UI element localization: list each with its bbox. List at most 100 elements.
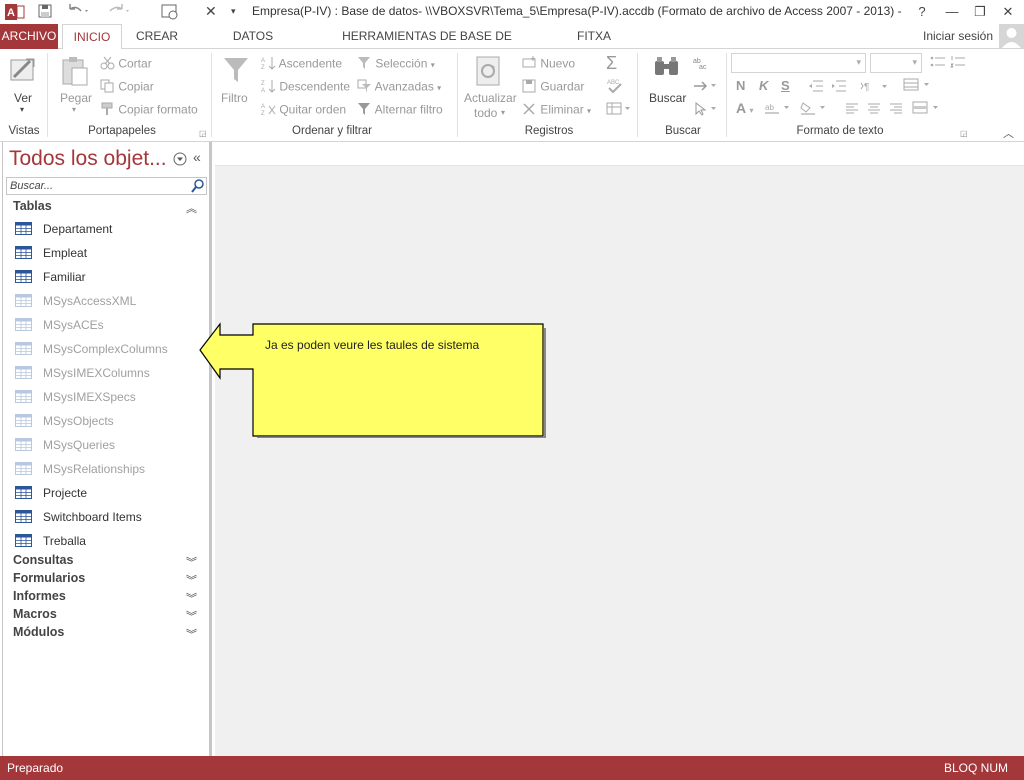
totals-icon[interactable]: Σ — [606, 53, 617, 74]
table-item[interactable]: MSysComplexColumns — [15, 339, 205, 359]
spelling-icon[interactable]: ABC — [606, 77, 624, 98]
align-left-icon[interactable] — [845, 103, 859, 118]
nav-menu-dropdown-icon[interactable] — [173, 152, 187, 169]
table-item[interactable]: Empleat — [15, 243, 205, 263]
expand-category-icon[interactable]: ︾ — [186, 608, 197, 624]
tab-crear[interactable]: CREAR — [135, 24, 179, 49]
nav-category[interactable]: Formularios — [13, 571, 85, 585]
nav-search-input[interactable]: Buscar... — [6, 177, 207, 195]
nav-category[interactable]: Módulos — [13, 625, 64, 639]
access-app-icon[interactable]: A — [5, 3, 25, 21]
paste-icon[interactable] — [60, 55, 90, 90]
view-button[interactable]: Ver — [14, 91, 32, 105]
refresh-all-button-line2[interactable]: todo — [474, 106, 497, 120]
advanced-button[interactable]: Avanzadas ▾ — [357, 79, 441, 96]
table-item[interactable]: MSysACEs — [15, 315, 205, 335]
clipboard-launcher-icon[interactable]: ◲ — [199, 129, 207, 138]
close-button[interactable]: ✕ — [994, 2, 1022, 22]
table-item[interactable]: Treballa — [15, 531, 205, 551]
collapse-nav-icon[interactable]: « — [193, 149, 201, 165]
expand-category-icon[interactable]: ︾ — [186, 554, 197, 570]
table-item[interactable]: Projecte — [15, 483, 205, 503]
save-record-button[interactable]: Guardar — [522, 79, 584, 96]
font-name-select[interactable]: ▾ — [731, 53, 866, 73]
search-icon[interactable] — [191, 179, 204, 196]
nav-category[interactable]: Consultas — [13, 553, 73, 567]
tab-archivo[interactable]: ARCHIVO — [0, 24, 58, 49]
goto-icon[interactable] — [693, 79, 719, 96]
find-icon[interactable] — [652, 55, 682, 86]
customize-qat-icon[interactable] — [160, 3, 180, 21]
find-button[interactable]: Buscar — [649, 91, 686, 105]
paste-button[interactable]: Pegar — [60, 91, 92, 105]
sign-in-link[interactable]: Iniciar sesión — [920, 24, 996, 49]
cut-button[interactable]: Cortar — [100, 56, 152, 73]
tab-datos-externos[interactable]: DATOS EXTERNOS — [200, 24, 306, 67]
table-item[interactable]: MSysAccessXML — [15, 291, 205, 311]
font-color-button[interactable]: A ▾ — [736, 100, 753, 116]
font-size-select[interactable]: ▾ — [870, 53, 922, 73]
sort-ascending-button[interactable]: AZ Ascendente — [261, 56, 342, 73]
collapse-category-icon[interactable]: ︽ — [186, 200, 197, 216]
help-button[interactable]: ? — [908, 2, 936, 22]
copy-button[interactable]: Copiar — [100, 79, 154, 96]
numbering-icon[interactable] — [950, 55, 966, 72]
expand-category-icon[interactable]: ︾ — [186, 590, 197, 606]
tab-herramientas[interactable]: HERRAMIENTAS DE BASE DE DATOS — [327, 24, 527, 67]
format-painter-button[interactable]: Copiar formato — [100, 102, 198, 119]
table-item[interactable]: MSysQueries — [15, 435, 205, 455]
table-item[interactable]: MSysRelationships — [15, 459, 205, 479]
alternate-row-color-icon[interactable] — [912, 101, 942, 118]
table-item[interactable]: MSysObjects — [15, 411, 205, 431]
nav-category[interactable]: Informes — [13, 589, 66, 603]
bullets-icon[interactable] — [930, 55, 946, 72]
table-item[interactable]: Departament — [15, 219, 205, 239]
view-icon[interactable] — [8, 55, 40, 88]
refresh-dropdown-icon[interactable]: ▾ — [501, 108, 505, 117]
nav-pane-title[interactable]: Todos los objet... — [9, 147, 167, 171]
redo-icon[interactable] — [106, 3, 132, 21]
select-icon[interactable] — [693, 101, 719, 119]
nav-category-tablas[interactable]: Tablas — [13, 199, 52, 213]
refresh-all-button[interactable]: Actualizar — [464, 91, 517, 105]
nav-category[interactable]: Macros — [13, 607, 57, 621]
table-item[interactable]: Familiar — [15, 267, 205, 287]
restore-button[interactable]: ❐ — [966, 2, 994, 22]
paragraph-direction-icon[interactable]: ¶ — [860, 80, 890, 95]
gridlines-icon[interactable] — [903, 78, 933, 95]
minimize-button[interactable]: — — [938, 2, 966, 22]
more-records-icon[interactable] — [606, 102, 632, 119]
expand-category-icon[interactable]: ︾ — [186, 572, 197, 588]
italic-button[interactable]: K — [759, 78, 768, 93]
close-doc-icon[interactable]: ✕ — [205, 3, 217, 21]
decrease-indent-icon[interactable] — [808, 80, 824, 95]
table-item[interactable]: Switchboard Items — [15, 507, 205, 527]
sort-descending-button[interactable]: ZA Descendente — [261, 79, 350, 96]
table-item[interactable]: MSysIMEXColumns — [15, 363, 205, 383]
underline-button[interactable]: S — [781, 78, 790, 93]
table-item[interactable]: MSysIMEXSpecs — [15, 387, 205, 407]
align-center-icon[interactable] — [867, 103, 881, 118]
new-record-button[interactable]: Nuevo — [522, 56, 575, 73]
undo-icon[interactable] — [66, 3, 92, 21]
save-icon[interactable] — [37, 3, 53, 21]
bold-button[interactable]: N — [736, 78, 745, 93]
fill-color-icon[interactable] — [800, 101, 830, 118]
toggle-filter-button[interactable]: Alternar filtro — [357, 102, 443, 119]
tab-inicio[interactable]: INICIO — [62, 24, 122, 50]
dropdown-arrow-icon[interactable]: ▾ — [231, 6, 236, 24]
collapse-ribbon-icon[interactable]: ︿ — [1003, 125, 1014, 141]
replace-icon[interactable]: ab ac — [693, 56, 711, 73]
format-launcher-icon[interactable]: ◲ — [960, 129, 968, 138]
filter-icon[interactable] — [221, 55, 251, 88]
increase-indent-icon[interactable] — [831, 80, 847, 95]
highlight-icon[interactable]: ab — [764, 101, 794, 118]
paste-dropdown-icon[interactable]: ▾ — [72, 105, 76, 114]
filter-button[interactable]: Filtro — [221, 91, 248, 105]
selection-button[interactable]: Selección ▾ — [357, 56, 435, 73]
expand-category-icon[interactable]: ︾ — [186, 626, 197, 642]
refresh-all-icon[interactable] — [474, 55, 504, 90]
delete-record-button[interactable]: Eliminar ▾ — [522, 102, 591, 119]
align-right-icon[interactable] — [889, 103, 903, 118]
remove-sort-button[interactable]: AZ Quitar orden — [261, 102, 346, 119]
